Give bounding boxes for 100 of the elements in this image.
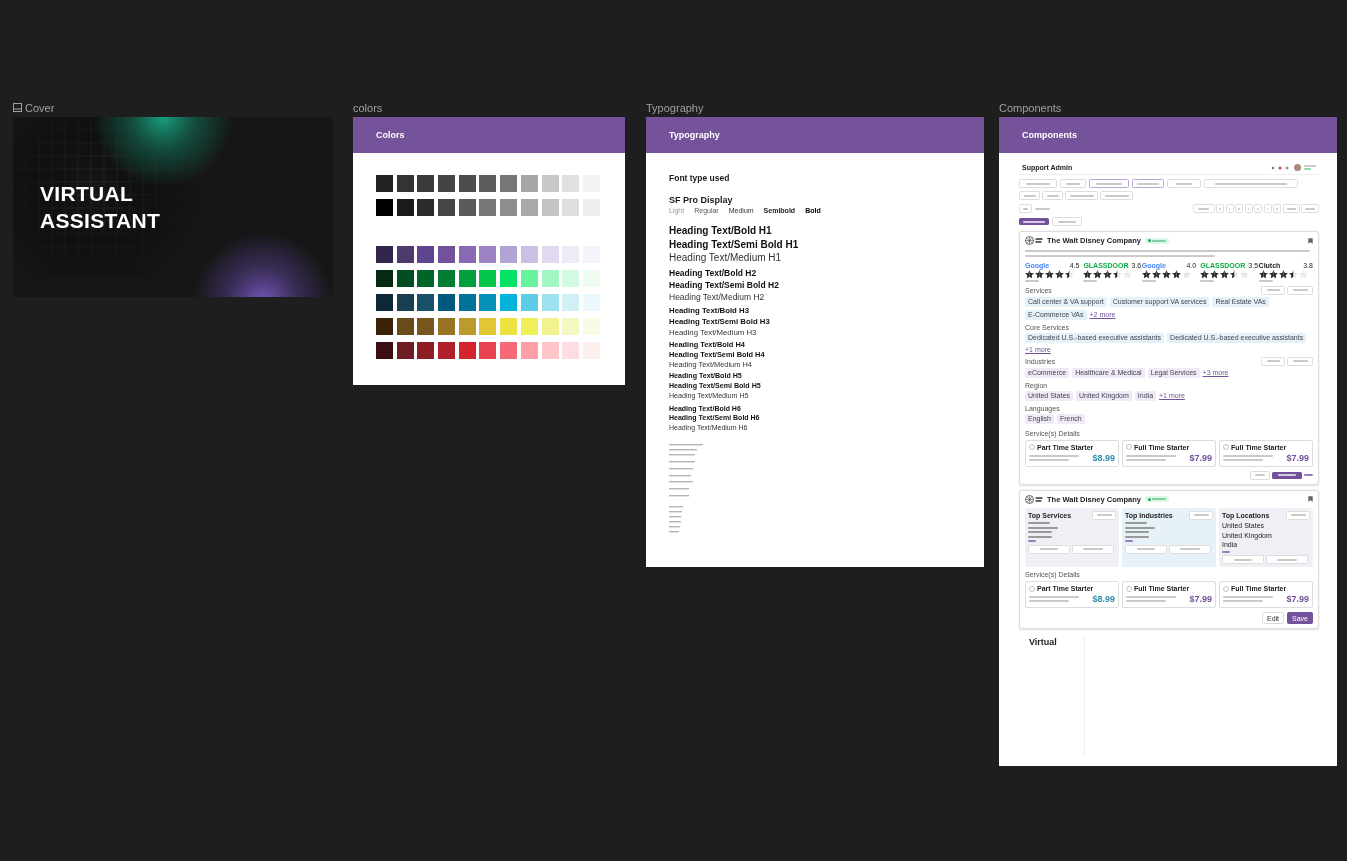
brand-logo: Virtual <box>1029 637 1058 648</box>
plan-radio[interactable] <box>1223 444 1229 451</box>
outline-button[interactable] <box>1250 470 1270 480</box>
star-icon <box>1210 270 1220 279</box>
filter-chip[interactable] <box>1065 191 1098 200</box>
star-icon <box>1181 270 1191 279</box>
frame-icon <box>13 103 22 112</box>
date-field[interactable] <box>1019 179 1057 188</box>
bookmark-icon[interactable] <box>1308 237 1313 244</box>
star-icon <box>1113 270 1123 279</box>
avatar-icon[interactable] <box>1294 164 1301 171</box>
plan-radio[interactable] <box>1029 444 1035 451</box>
pagination-button[interactable] <box>1282 204 1300 213</box>
plan-price: $7.99 <box>1189 594 1212 605</box>
outline-button[interactable] <box>1261 285 1285 295</box>
star-icon <box>1035 270 1044 279</box>
star-icon <box>1151 270 1161 279</box>
sheet-title: Colors <box>376 130 405 140</box>
type-sample: Heading Text/Bold H1 <box>669 224 772 238</box>
star-icon <box>1065 270 1074 279</box>
star-icon <box>1141 270 1151 279</box>
type-sample: Heading Text/Bold H2 <box>669 266 757 279</box>
company-logo-icon <box>1025 494 1043 504</box>
page-size-dropdown[interactable] <box>1019 204 1032 213</box>
star-icon <box>1220 270 1230 279</box>
page-number-button[interactable] <box>1244 204 1253 213</box>
filter-pill[interactable] <box>1286 510 1310 520</box>
star-icon <box>1288 270 1298 279</box>
plan-price: $8.99 <box>1092 594 1115 605</box>
outline-button[interactable] <box>1169 544 1211 554</box>
frame-title[interactable]: Typography <box>646 101 704 114</box>
plan-radio[interactable] <box>1126 585 1132 592</box>
filter-chip[interactable] <box>1132 179 1164 188</box>
outline-button[interactable] <box>1261 356 1285 366</box>
outline-button[interactable] <box>1287 356 1313 366</box>
star-icon <box>1083 270 1093 279</box>
plan-price: $7.99 <box>1189 452 1212 463</box>
pagination-button[interactable] <box>1192 204 1215 213</box>
page-number-button[interactable] <box>1225 204 1234 213</box>
page-number-button[interactable] <box>1216 204 1224 213</box>
star-icon <box>1161 270 1171 279</box>
star-icon <box>1200 270 1210 279</box>
company-logo-icon <box>1025 236 1043 245</box>
outline-button[interactable] <box>1125 544 1167 554</box>
plan-price: $7.99 <box>1286 594 1309 605</box>
star-icon <box>1045 270 1054 279</box>
type-sample: Heading Text/Medium H2 <box>669 290 765 303</box>
plan-price: $7.99 <box>1286 452 1309 463</box>
page-number-button[interactable] <box>1254 204 1262 213</box>
filter-chip[interactable] <box>1042 191 1063 200</box>
star-icon <box>1123 270 1133 279</box>
frame-title[interactable]: colors <box>353 101 383 114</box>
cover-title: VIRTUAL ASSISTANT <box>40 181 161 234</box>
filter-chip[interactable] <box>1019 191 1040 200</box>
page-number-button[interactable] <box>1235 204 1243 213</box>
sheet-title: Typography <box>669 130 720 140</box>
section-title: Font type used <box>669 173 731 183</box>
filter-pill[interactable] <box>1092 510 1116 520</box>
star-icon <box>1268 270 1278 279</box>
filter-pill[interactable] <box>1189 510 1213 520</box>
star-icon <box>1025 270 1034 279</box>
star-icon <box>1278 270 1288 279</box>
page-number-button[interactable] <box>1273 204 1281 213</box>
plan-radio[interactable] <box>1223 585 1229 592</box>
star-icon <box>1230 270 1240 279</box>
dropdown-field[interactable] <box>1060 179 1086 188</box>
primary-button[interactable] <box>1272 471 1302 479</box>
star-icon <box>1055 270 1064 279</box>
star-icon <box>1171 270 1181 279</box>
type-sample: Heading Text/Semi Bold H2 <box>669 278 779 291</box>
plan-radio[interactable] <box>1126 444 1132 451</box>
type-sample: Heading Text/Semi Bold H1 <box>669 237 799 251</box>
star-icon <box>1258 270 1268 279</box>
outline-button[interactable] <box>1028 544 1070 554</box>
dropdown-field[interactable] <box>1167 179 1201 188</box>
outline-button[interactable] <box>1052 217 1082 226</box>
primary-button[interactable] <box>1019 218 1049 225</box>
page-number-button[interactable] <box>1263 204 1272 213</box>
star-icon <box>1093 270 1103 279</box>
status-badge <box>1144 496 1170 503</box>
star-icon <box>1103 270 1113 279</box>
bookmark-icon[interactable] <box>1308 496 1313 503</box>
font-name: SF Pro Display <box>669 195 734 205</box>
filter-chip[interactable] <box>1089 179 1129 188</box>
search-field[interactable] <box>1204 179 1298 188</box>
type-sample: Heading Text/Medium H1 <box>669 251 782 265</box>
outline-button[interactable] <box>1301 204 1319 213</box>
filter-chip[interactable] <box>1100 191 1133 200</box>
star-icon <box>1298 270 1308 279</box>
frame-title[interactable]: Components <box>999 101 1062 114</box>
star-icon <box>1240 270 1250 279</box>
toolbar-icons-drawing <box>1271 165 1291 170</box>
plan-price: $8.99 <box>1092 452 1115 463</box>
plan-radio[interactable] <box>1029 585 1035 592</box>
outline-button[interactable] <box>1072 544 1114 554</box>
frame-title[interactable]: Cover <box>25 101 55 114</box>
outline-button[interactable] <box>1266 555 1308 565</box>
sheet-title: Components <box>1022 130 1077 140</box>
outline-button[interactable] <box>1222 555 1264 565</box>
outline-button[interactable] <box>1287 285 1313 295</box>
